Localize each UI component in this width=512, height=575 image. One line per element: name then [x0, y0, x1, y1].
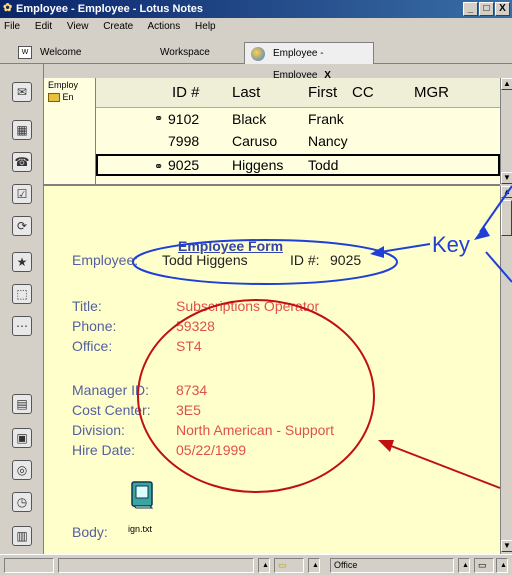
office-value: ST4 [176, 338, 202, 354]
column-mgr[interactable]: MGR [414, 78, 449, 108]
calendar-bookmark-icon[interactable]: ▦ [12, 120, 32, 140]
phone-value: 59328 [176, 318, 215, 334]
status-dropdown-arrow-icon[interactable]: ▲ [258, 558, 270, 573]
scroll-down-arrow-icon[interactable]: ▼ [501, 540, 512, 552]
title-bar[interactable]: ✿ Employee - Employee - Lotus Notes _ □ … [0, 0, 512, 18]
attachment-icon: ⚭ [154, 161, 164, 173]
office-label: Office: [72, 338, 113, 354]
replicator-bookmark-icon[interactable]: ⟳ [12, 216, 32, 236]
status-dropdown-arrow-icon[interactable]: ▲ [496, 558, 508, 573]
nav-title: Employ [48, 80, 79, 90]
menu-bar: File Edit View Create Actions Help [0, 18, 512, 36]
address-bookmark-icon[interactable]: ☎ [12, 152, 32, 172]
close-button[interactable]: X [495, 2, 510, 16]
division-value: North American - Support [176, 422, 334, 438]
location-dropdown-arrow-icon[interactable]: ▲ [458, 558, 470, 573]
window-title: Employee - Employee - Lotus Notes [16, 3, 204, 15]
id-value: 9025 [330, 252, 362, 268]
menu-help[interactable]: Help [195, 21, 216, 32]
lotus-notes-icon: ✿ [3, 2, 13, 14]
manager-value: 8734 [176, 382, 208, 398]
status-box-1 [4, 558, 54, 573]
status-bar: ▲ ▭ ▲ Office ▲ ▭ ▲ [0, 554, 512, 575]
id-label: ID #: [290, 252, 320, 268]
web-bookmark-icon[interactable]: ◎ [12, 460, 32, 480]
favorites-bookmark-icon[interactable]: ★ [12, 252, 32, 272]
scroll-down-arrow-icon[interactable]: ▼ [501, 172, 512, 184]
tab-workspace[interactable]: Workspace [160, 42, 240, 64]
form-scrollbar[interactable]: ▲ ▼ [500, 186, 512, 554]
history-bookmark-icon[interactable]: ◷ [12, 492, 32, 512]
table-row-selected[interactable]: ⚭ 9025 Higgens Todd [96, 154, 500, 176]
notebook-icon [131, 481, 154, 509]
folder-bookmark-icon[interactable]: ▣ [12, 428, 32, 448]
employee-form: Employee Form Employee: Todd Higgens ID … [44, 184, 500, 554]
division-label: Division: [72, 422, 125, 438]
employee-view: ⚭ 9102 Black Frank 7998 Caruso Nancy ⚭ 9… [96, 108, 500, 184]
workspace-bookmark-icon[interactable]: ▤ [12, 394, 32, 414]
menu-actions[interactable]: Actions [147, 21, 180, 32]
tab-employee[interactable]: Employee - Employee X [244, 42, 374, 81]
nav-item-employee[interactable]: En [48, 92, 91, 103]
employee-name: Todd Higgens [162, 252, 248, 268]
column-cc[interactable]: CC [352, 78, 374, 108]
title-value: Subscriptions Operator [176, 298, 320, 314]
navigation-pane: Employ En [44, 78, 96, 184]
body-label: Body: [72, 524, 108, 540]
attachment-icon[interactable] [128, 480, 156, 510]
view-icon [48, 93, 60, 103]
todo-bookmark-icon[interactable]: ☑ [12, 184, 32, 204]
column-last[interactable]: Last [232, 78, 260, 108]
menu-file[interactable]: File [4, 21, 20, 32]
status-mail-icon[interactable]: ▭ [274, 558, 304, 573]
databases-bookmark-icon[interactable]: ⬚ [12, 284, 32, 304]
column-first[interactable]: First [308, 78, 337, 108]
status-message [58, 558, 254, 573]
status-dropdown-arrow-icon[interactable]: ▲ [308, 558, 320, 573]
menu-create[interactable]: Create [103, 21, 133, 32]
status-icon[interactable]: ▭ [474, 558, 494, 573]
maximize-button[interactable]: □ [479, 2, 494, 16]
location-selector[interactable]: Office [330, 558, 454, 573]
employee-label: Employee: [72, 252, 139, 268]
attachment-name: ign.txt [128, 524, 153, 534]
menu-view[interactable]: View [67, 21, 89, 32]
title-label: Title: [72, 298, 102, 314]
scroll-up-arrow-icon[interactable]: ▲ [501, 78, 512, 90]
manager-label: Manager ID: [72, 382, 150, 398]
view-scrollbar[interactable]: ▲ ▼ [500, 78, 512, 184]
phone-label: Phone: [72, 318, 117, 334]
cost-center-label: Cost Center: [72, 402, 151, 418]
tab-welcome[interactable]: W Welcome [18, 42, 118, 64]
minimize-button[interactable]: _ [463, 2, 478, 16]
attachment-icon: ⚭ [154, 113, 164, 125]
mail-bookmark-icon[interactable]: ✉ [12, 82, 32, 102]
column-id[interactable]: ID # [172, 78, 200, 108]
cost-center-value: 3E5 [176, 402, 201, 418]
extra-bookmark-icon[interactable]: ▥ [12, 526, 32, 546]
welcome-icon: W [18, 46, 32, 59]
table-row[interactable]: ⚭ 9102 Black Frank [96, 108, 500, 130]
more-bookmarks-icon[interactable]: ⋯ [12, 316, 32, 336]
tab-bar: W Welcome Workspace Employee - Employee … [0, 36, 512, 81]
bookmark-bar: ✉ ▦ ☎ ☑ ⟳ ★ ⬚ ⋯ ▤ ▣ ◎ ◷ ▥ [0, 64, 44, 554]
scroll-up-arrow-icon[interactable]: ▲ [501, 186, 512, 198]
view-column-header: ID # Last First CC MGR [96, 78, 500, 108]
table-row[interactable]: 7998 Caruso Nancy [96, 130, 500, 152]
hire-date-value: 05/22/1999 [176, 442, 247, 458]
database-icon [251, 47, 265, 61]
scroll-thumb[interactable] [501, 200, 512, 236]
hire-date-label: Hire Date: [72, 442, 136, 458]
menu-edit[interactable]: Edit [35, 21, 52, 32]
